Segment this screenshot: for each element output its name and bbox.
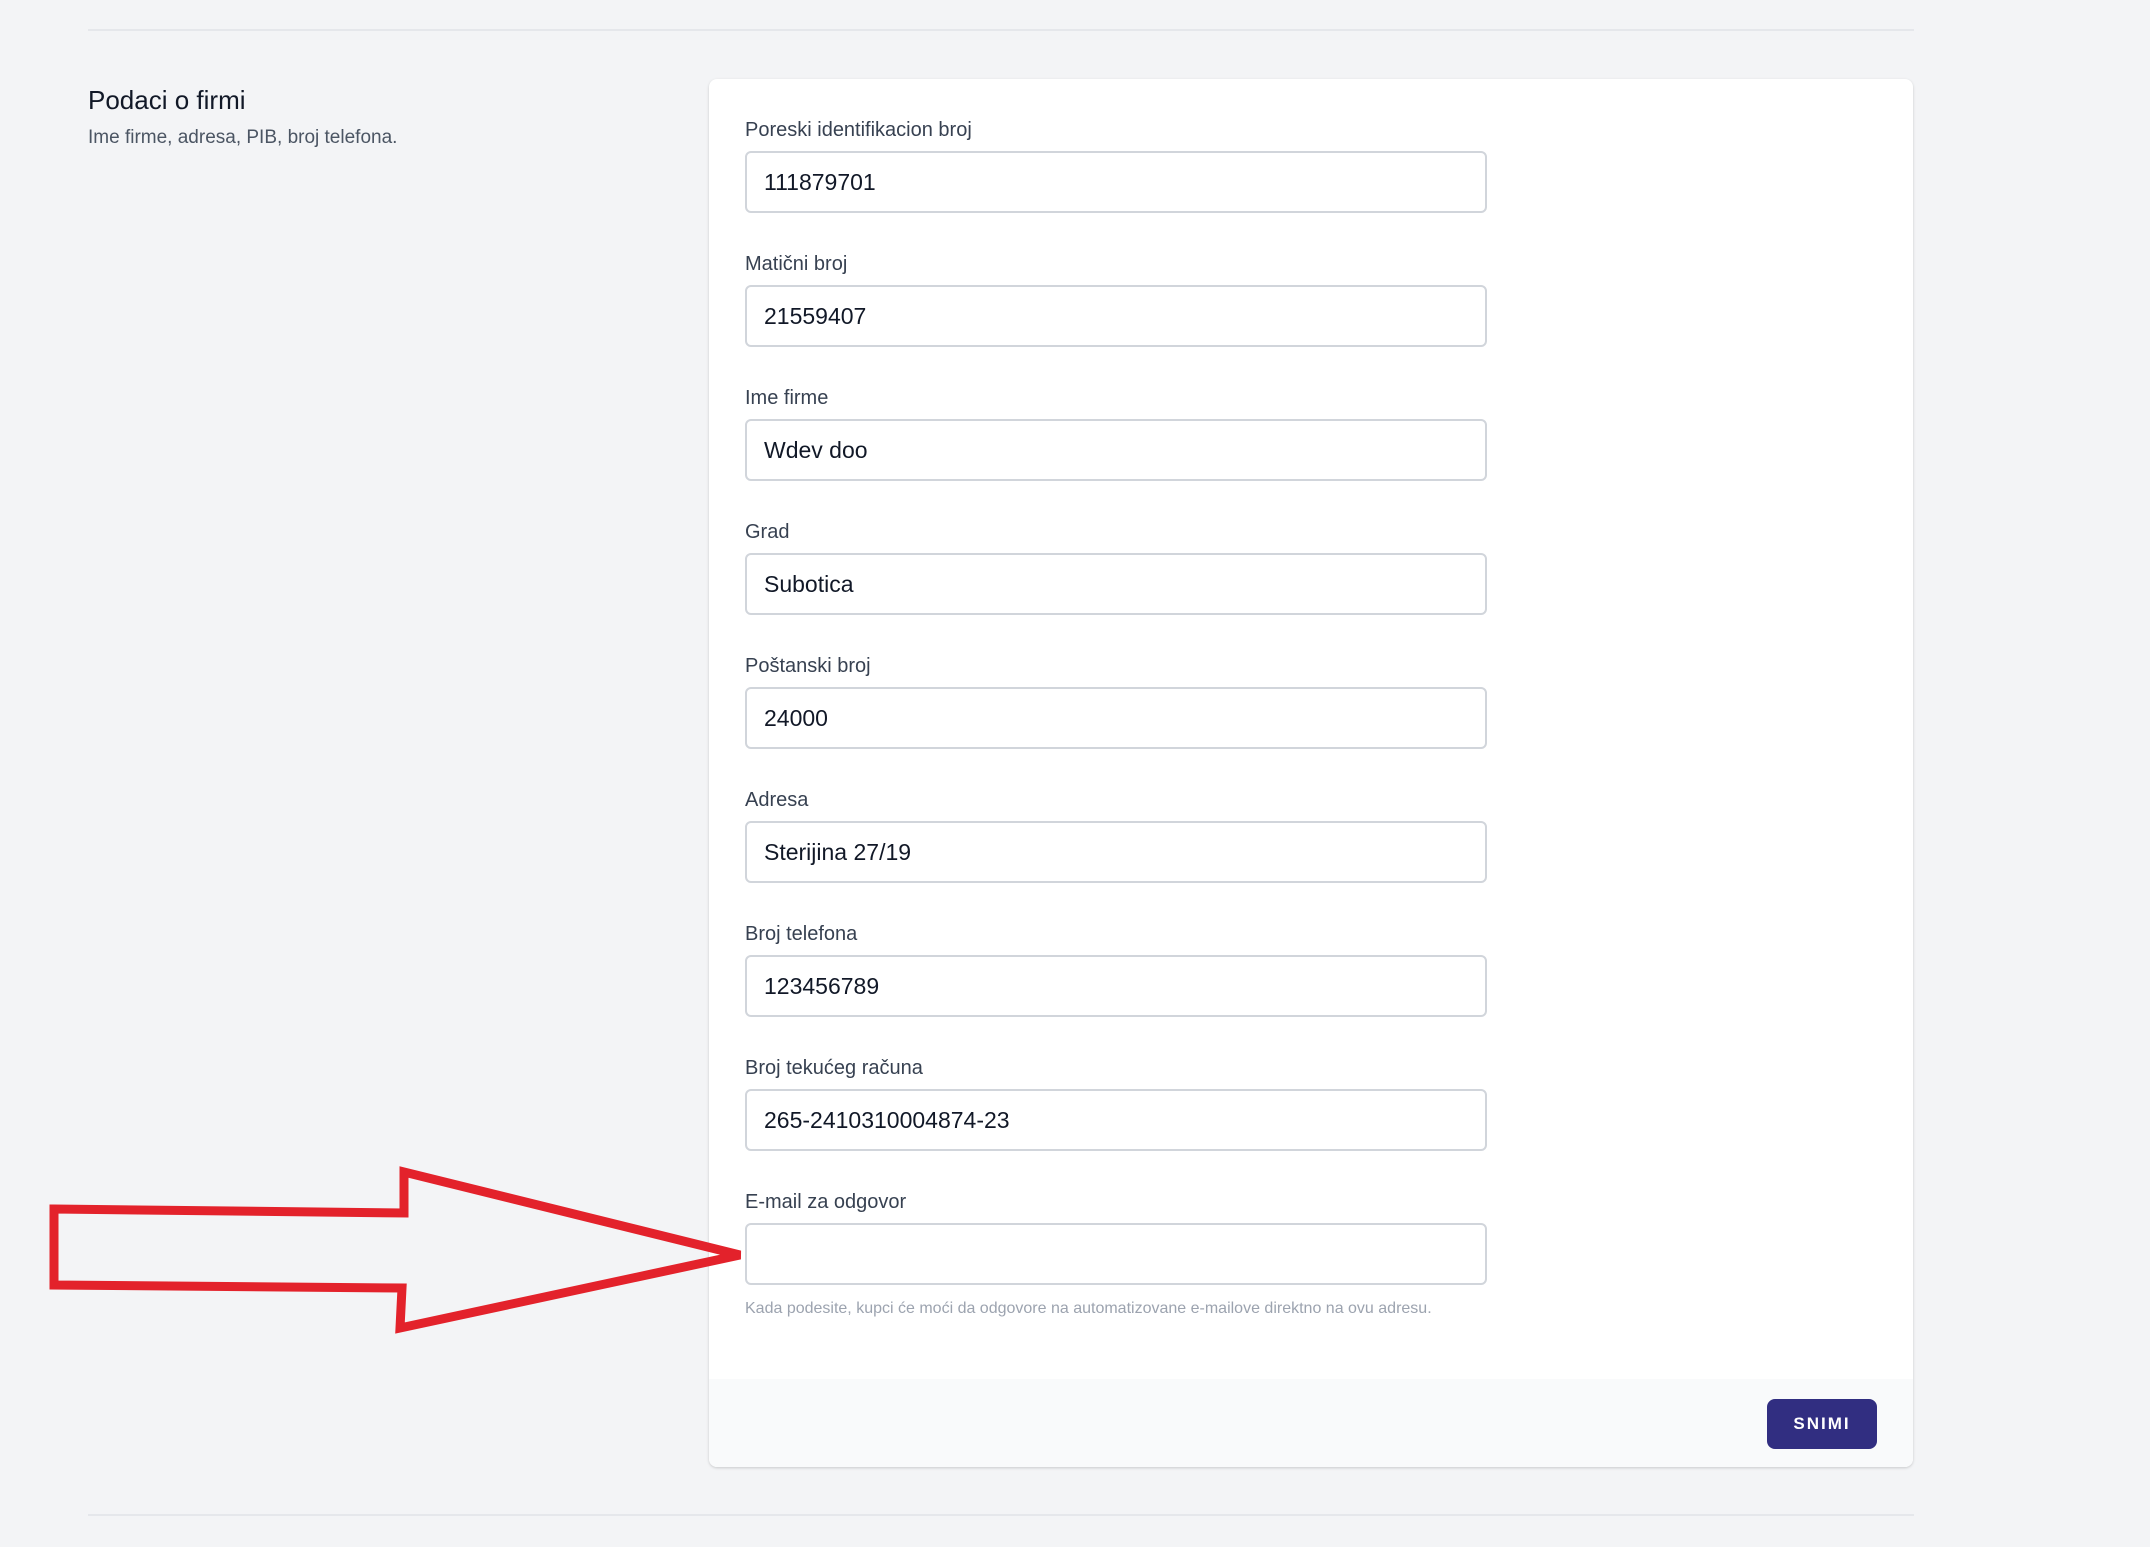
- top-divider: [88, 29, 1914, 31]
- field-reply-email: E-mail za odgovor Kada podesite, kupci ć…: [745, 1189, 1487, 1323]
- field-grad: Grad: [745, 519, 1487, 653]
- ime-firme-label: Ime firme: [745, 387, 829, 409]
- postanski-broj-input[interactable]: [745, 687, 1487, 749]
- card-footer: SNIMI: [709, 1379, 1913, 1467]
- bottom-divider: [88, 1514, 1914, 1516]
- field-ime-firme: Ime firme: [745, 385, 1487, 519]
- field-adresa: Adresa: [745, 787, 1487, 921]
- pib-label: Poreski identifikacion broj: [745, 119, 972, 141]
- reply-email-input[interactable]: [745, 1223, 1487, 1285]
- field-broj-telefona: Broj telefona: [745, 921, 1487, 1055]
- section-description: Ime firme, adresa, PIB, broj telefona.: [88, 127, 398, 148]
- maticni-broj-input[interactable]: [745, 285, 1487, 347]
- postanski-broj-label: Poštanski broj: [745, 655, 871, 677]
- section-title: Podaci o firmi: [88, 85, 246, 115]
- field-maticni-broj: Matični broj: [745, 251, 1487, 385]
- company-details-card: Poreski identifikacion broj Matični broj…: [709, 79, 1913, 1467]
- broj-racuna-label: Broj tekućeg računa: [745, 1057, 923, 1079]
- field-broj-racuna: Broj tekućeg računa: [745, 1055, 1487, 1189]
- pib-input[interactable]: [745, 151, 1487, 213]
- reply-email-label: E-mail za odgovor: [745, 1191, 907, 1213]
- section-info: Podaci o firmi Ime firme, adresa, PIB, b…: [88, 83, 648, 151]
- adresa-label: Adresa: [745, 789, 809, 811]
- broj-racuna-input[interactable]: [745, 1089, 1487, 1151]
- adresa-input[interactable]: [745, 821, 1487, 883]
- broj-telefona-input[interactable]: [745, 955, 1487, 1017]
- grad-label: Grad: [745, 521, 790, 543]
- grad-input[interactable]: [745, 553, 1487, 615]
- broj-telefona-label: Broj telefona: [745, 923, 858, 945]
- save-button[interactable]: SNIMI: [1767, 1399, 1877, 1449]
- field-pib: Poreski identifikacion broj: [745, 117, 1487, 251]
- field-postanski-broj: Poštanski broj: [745, 653, 1487, 787]
- company-details-form: Poreski identifikacion broj Matični broj…: [745, 117, 1487, 1323]
- annotation-arrow-shape: [49, 1166, 742, 1334]
- reply-email-hint: Kada podesite, kupci će moći da odgovore…: [745, 1300, 1432, 1317]
- maticni-broj-label: Matični broj: [745, 253, 848, 275]
- ime-firme-input[interactable]: [745, 419, 1487, 481]
